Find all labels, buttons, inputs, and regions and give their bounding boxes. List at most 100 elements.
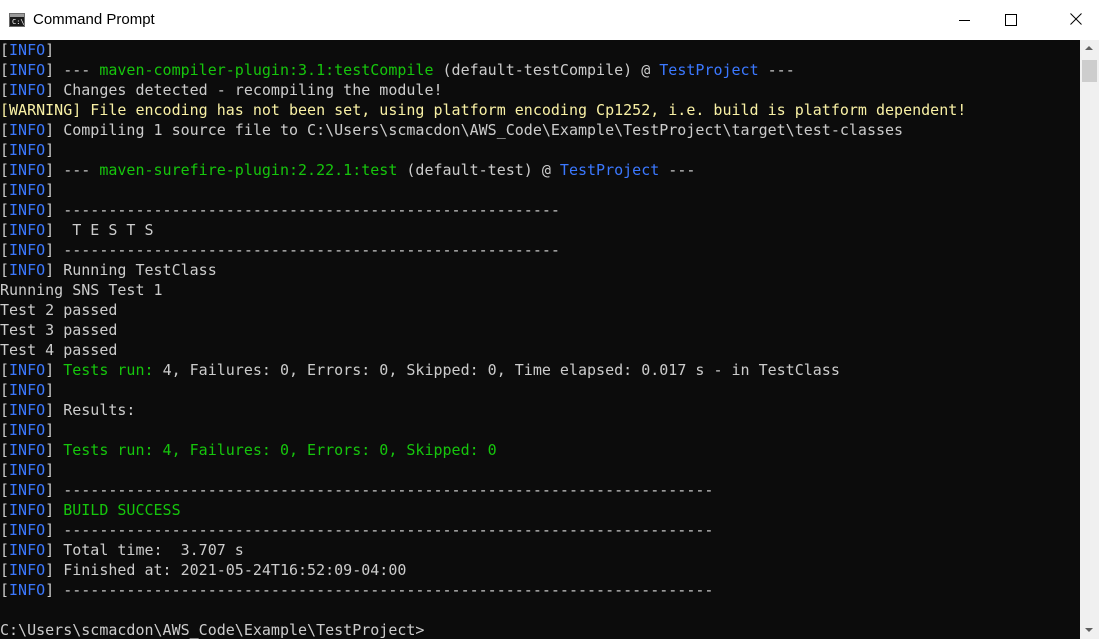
log-level-label: INFO <box>9 521 46 539</box>
log-level-label: INFO <box>9 261 46 279</box>
console-line: [INFO] ---------------------------------… <box>0 200 966 220</box>
log-text-segment: Compiling 1 source file to C:\Users\scma… <box>54 121 904 139</box>
log-level-label: INFO <box>9 561 46 579</box>
log-bracket-close: ] <box>45 441 55 459</box>
log-bracket-open: [ <box>0 381 10 399</box>
log-bracket-close: ] <box>45 561 55 579</box>
log-bracket-open: [ <box>0 541 10 559</box>
log-bracket-open: [ <box>0 161 10 179</box>
console-line: [INFO] Total time: 3.707 s <box>0 540 966 560</box>
cmd-icon[interactable]: C:\_ <box>9 13 29 27</box>
console-line: [INFO] Finished at: 2021-05-24T16:52:09-… <box>0 560 966 580</box>
log-bracket-close: ] <box>45 501 55 519</box>
log-bracket-open: [ <box>0 41 10 59</box>
console-line: Running SNS Test 1 <box>0 280 966 300</box>
log-text-segment: Running SNS Test 1 <box>0 281 163 299</box>
console-line: [INFO] <box>0 140 966 160</box>
minimize-icon <box>959 20 970 21</box>
console-line: [INFO] --- maven-compiler-plugin:3.1:tes… <box>0 60 966 80</box>
log-text-segment <box>54 501 63 519</box>
vertical-scrollbar[interactable] <box>1080 40 1099 639</box>
scroll-down-arrow-icon[interactable] <box>1080 622 1099 639</box>
log-bracket-close: ] <box>45 261 55 279</box>
console-line: [INFO] ---------------------------------… <box>0 240 966 260</box>
log-bracket-close: ] <box>45 201 55 219</box>
command-prompt-window: C:\_ Command Prompt [INFO] [INFO] --- mav… <box>0 0 1099 639</box>
log-bracket-open: [ <box>0 361 10 379</box>
log-bracket-open: [ <box>0 481 10 499</box>
log-bracket-open: [ <box>0 81 10 99</box>
title-bar[interactable]: C:\_ Command Prompt <box>0 0 1099 40</box>
console-line: C:\Users\scmacdon\AWS_Code\Example\TestP… <box>0 620 966 639</box>
console-line: [INFO] T E S T S <box>0 220 966 240</box>
log-text-segment: Results: <box>54 401 136 419</box>
log-level-label: INFO <box>9 581 46 599</box>
log-bracket-open: [ <box>0 521 10 539</box>
log-text-segment: Tests run: <box>63 361 163 379</box>
log-bracket-close: ] <box>45 81 55 99</box>
log-bracket-open: [ <box>0 181 10 199</box>
console-line: [INFO] ---------------------------------… <box>0 520 966 540</box>
console-line: [WARNING] File encoding has not been set… <box>0 100 966 120</box>
log-bracket-close: ] <box>45 121 55 139</box>
cmd-icon-glyph: C:\_ <box>12 18 29 26</box>
log-bracket-open: [ <box>0 241 10 259</box>
log-bracket-open: [ <box>0 401 10 419</box>
log-level-label: INFO <box>9 441 46 459</box>
log-level-label: INFO <box>9 221 46 239</box>
log-text-segment: Changes detected - recompiling the modul… <box>54 81 443 99</box>
console-line: [INFO] <box>0 180 966 200</box>
log-bracket-close: ] <box>45 241 55 259</box>
log-level-label: INFO <box>9 501 46 519</box>
console-line: [INFO] <box>0 380 966 400</box>
log-text-segment: (default-testCompile) @ <box>433 61 660 79</box>
log-bracket-close: ] <box>45 41 55 59</box>
console-line: [INFO] <box>0 40 966 60</box>
log-text-segment: Test 4 passed <box>0 341 118 359</box>
log-bracket-close: ] <box>45 521 55 539</box>
log-text-segment: ----------------------------------------… <box>54 241 560 259</box>
log-level-label: INFO <box>9 241 46 259</box>
console-output[interactable]: [INFO] [INFO] --- maven-compiler-plugin:3… <box>0 40 1080 639</box>
log-bracket-open: [ <box>0 101 10 119</box>
log-bracket-close: ] <box>45 141 55 159</box>
log-text-segment: Test 2 passed <box>0 301 118 319</box>
console-line: [INFO] <box>0 460 966 480</box>
maximize-button[interactable] <box>987 0 1033 40</box>
cmd-icon-bar <box>10 14 24 17</box>
log-text-segment: --- <box>758 61 795 79</box>
log-level-label: INFO <box>9 141 46 159</box>
close-icon <box>1070 13 1082 25</box>
log-level-label: INFO <box>9 201 46 219</box>
log-level-label: INFO <box>9 121 46 139</box>
log-bracket-close: ] <box>45 361 55 379</box>
log-level-label: INFO <box>9 481 46 499</box>
log-text-segment: TestProject <box>659 61 759 79</box>
scroll-thumb[interactable] <box>1082 60 1097 82</box>
console-line: [INFO] Results: <box>0 400 966 420</box>
log-bracket-open: [ <box>0 61 10 79</box>
log-bracket-open: [ <box>0 581 10 599</box>
log-bracket-close: ] <box>45 401 55 419</box>
log-text-segment: --- <box>54 161 100 179</box>
log-level-label: INFO <box>9 41 46 59</box>
log-text-segment: maven-surefire-plugin:2.22.1:test <box>99 161 398 179</box>
scroll-up-arrow-icon[interactable] <box>1080 40 1099 57</box>
close-button[interactable] <box>1053 0 1099 40</box>
log-text-segment: ----------------------------------------… <box>54 481 714 499</box>
log-bracket-open: [ <box>0 561 10 579</box>
log-level-label: INFO <box>9 61 46 79</box>
log-text-segment: --- <box>659 161 696 179</box>
minimize-button[interactable] <box>941 0 987 40</box>
log-text-segment: ----------------------------------------… <box>54 521 714 539</box>
console-line: [INFO] <box>0 420 966 440</box>
log-text-segment <box>54 361 63 379</box>
log-bracket-open: [ <box>0 421 10 439</box>
console-line: Test 2 passed <box>0 300 966 320</box>
console-line: [INFO] Running TestClass <box>0 260 966 280</box>
console-line: [INFO] Changes detected - recompiling th… <box>0 80 966 100</box>
log-bracket-open: [ <box>0 441 10 459</box>
maximize-icon <box>1005 14 1017 26</box>
console-line: [INFO] --- maven-surefire-plugin:2.22.1:… <box>0 160 966 180</box>
